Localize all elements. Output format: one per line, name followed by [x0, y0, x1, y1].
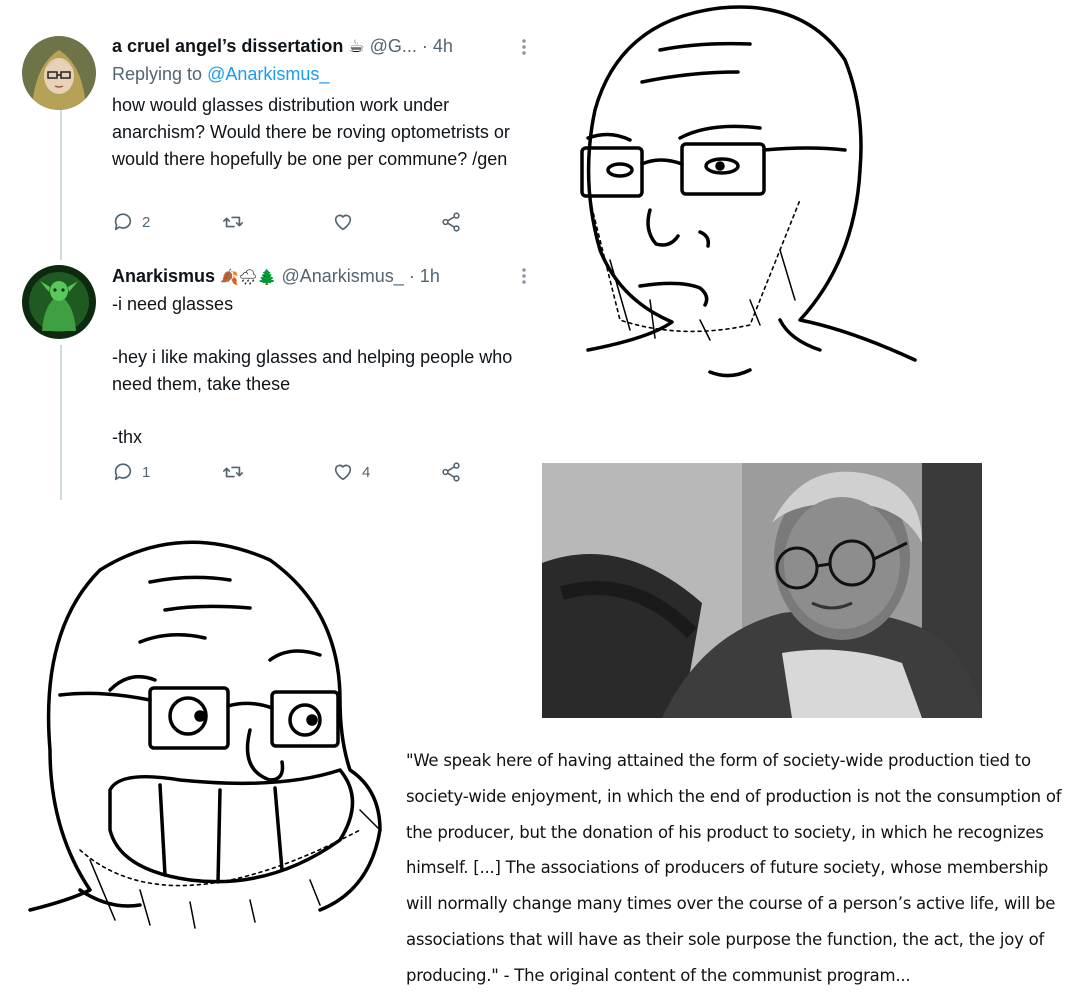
reply-icon	[114, 463, 132, 481]
like-button[interactable]	[332, 211, 362, 233]
share-button[interactable]	[440, 211, 462, 233]
tweet-text: how would glasses distribution work unde…	[112, 95, 510, 169]
wojak-glasses-drawing	[560, 0, 920, 400]
nature-emoji-icon: 🍂🌧🌲	[220, 269, 277, 286]
thread-connector	[60, 345, 62, 500]
timestamp[interactable]: · 1h	[409, 266, 440, 286]
avatar-anime-girl-icon	[22, 36, 96, 110]
retweet-icon	[223, 466, 243, 478]
user-handle[interactable]: @G...	[370, 36, 417, 56]
avatar[interactable]	[22, 265, 96, 339]
reply-count: 1	[142, 463, 151, 481]
heart-icon	[334, 464, 352, 481]
tweet-header: a cruel angel’s dissertation ☕ @G... · 4…	[112, 36, 453, 57]
replying-to: Replying to @Anarkismus_	[112, 64, 329, 85]
replying-handle-link[interactable]: @Anarkismus_	[207, 64, 329, 84]
retweet-button[interactable]	[222, 211, 252, 233]
reply-count: 2	[142, 213, 151, 231]
display-name[interactable]: Anarkismus	[112, 266, 215, 286]
share-button[interactable]	[440, 461, 462, 483]
replying-label: Replying to	[112, 64, 203, 84]
more-icon[interactable]	[514, 37, 534, 57]
tweet-body: how would glasses distribution work unde…	[112, 92, 532, 173]
share-icon	[442, 212, 460, 232]
tweet-actions: 1 4	[112, 461, 472, 489]
retweet-button[interactable]	[222, 461, 252, 483]
avatar-green-figure-icon	[22, 265, 96, 339]
reply-icon	[114, 213, 132, 231]
more-icon[interactable]	[514, 266, 534, 286]
tweet-line: -hey i like making glasses and helping p…	[112, 347, 513, 394]
display-name[interactable]: a cruel angel’s dissertation	[112, 36, 343, 56]
reply-button[interactable]: 1	[112, 461, 150, 483]
bordiga-quote: "We speak here of having attained the fo…	[406, 751, 1062, 985]
bordiga-portrait-photo	[542, 463, 982, 718]
tweet-line: -i need glasses	[112, 294, 234, 314]
tweet-actions: 2	[112, 211, 472, 239]
grinning-wojak-drawing	[20, 530, 400, 960]
like-button[interactable]: 4	[332, 461, 370, 483]
reply-button[interactable]: 2	[112, 211, 150, 233]
avatar[interactable]	[22, 36, 96, 110]
tweet-line: -thx	[112, 427, 143, 447]
tweet-header: Anarkismus 🍂🌧🌲 @Anarkismus_ · 1h	[112, 266, 440, 287]
like-count: 4	[362, 463, 371, 481]
thread-connector	[60, 110, 62, 260]
tweet-body: -i need glasses -hey i like making glass…	[112, 291, 532, 451]
share-icon	[442, 462, 460, 482]
user-handle[interactable]: @Anarkismus_	[281, 266, 403, 286]
coffee-emoji-icon: ☕	[348, 36, 365, 56]
heart-icon	[334, 214, 352, 231]
timestamp[interactable]: · 4h	[422, 36, 453, 56]
retweet-icon	[223, 216, 243, 228]
